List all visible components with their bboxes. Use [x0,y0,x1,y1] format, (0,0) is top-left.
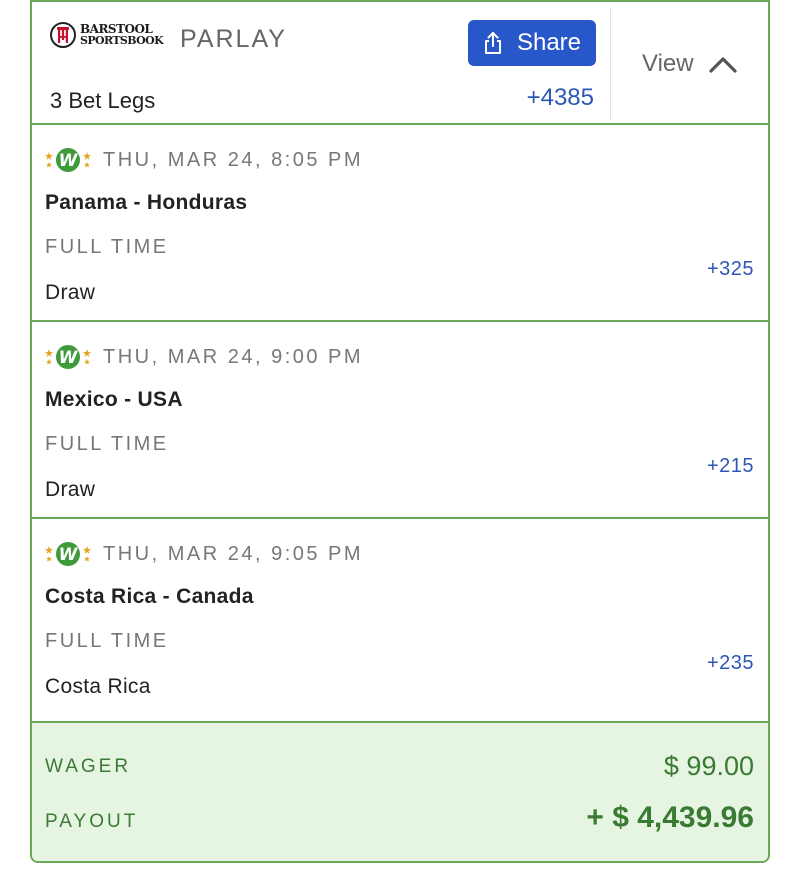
parlay-total-odds: +4385 [526,84,594,111]
leg-date-row: W THU, MAR 24, 9:00 PM [45,343,363,371]
leg-pick: Draw [45,281,96,304]
leg-odds: +215 [706,455,754,477]
leg-pick: Costa Rica [45,675,151,698]
chevron-up-icon [708,57,737,73]
bet-leg[interactable]: W THU, MAR 24, 9:05 PM Costa Rica - Cana… [32,519,768,723]
svg-text:W: W [59,545,79,565]
logo-wordmark: BARSTOOL SPORTSBOOK [80,23,164,47]
leg-match: Costa Rica - Canada [45,585,254,608]
payout-amount: + $ 4,439.96 [586,801,754,834]
payout-label: PAYOUT [45,811,139,832]
bet-card-header: BARSTOOL SPORTSBOOK PARLAY Share 3 Bet L… [32,0,768,125]
leg-pick: Draw [45,478,96,501]
bet-type-label: PARLAY [180,25,287,53]
parlay-bet-card: BARSTOOL SPORTSBOOK PARLAY Share 3 Bet L… [30,0,770,863]
leg-match: Panama - Honduras [45,191,248,214]
leg-market: FULL TIME [45,630,169,652]
share-icon [484,32,501,54]
bet-summary: WAGER $ 99.00 PAYOUT + $ 4,439.96 [32,723,768,861]
leg-date-row: W THU, MAR 24, 8:05 PM [45,146,363,174]
svg-text:W: W [59,348,79,368]
wager-amount: $ 99.00 [663,751,754,781]
svg-text:W: W [59,151,79,171]
barstool-sportsbook-logo: BARSTOOL SPORTSBOOK [50,22,164,48]
leg-odds: +235 [706,652,754,674]
header-left: BARSTOOL SPORTSBOOK PARLAY Share 3 Bet L… [32,0,612,123]
logo-line-2: SPORTSBOOK [80,34,164,47]
bet-legs-count: 3 Bet Legs [50,88,156,113]
view-toggle-button[interactable]: View [642,50,738,78]
leg-market: FULL TIME [45,433,169,455]
world-cup-qualifier-icon: W [45,146,91,174]
leg-datetime: THU, MAR 24, 9:05 PM [103,542,364,565]
wager-label: WAGER [45,756,132,777]
world-cup-qualifier-icon: W [45,343,91,371]
share-button-label: Share [516,29,582,56]
bet-leg[interactable]: W THU, MAR 24, 8:05 PM Panama - Honduras… [32,125,768,322]
leg-date-row: W THU, MAR 24, 9:05 PM [45,540,363,568]
bet-leg[interactable]: W THU, MAR 24, 9:00 PM Mexico - USA FULL… [32,322,768,519]
leg-market: FULL TIME [45,236,169,258]
share-button[interactable]: Share [468,20,596,66]
world-cup-qualifier-icon: W [45,540,91,568]
leg-odds: +325 [706,258,754,280]
view-toggle-label: View [642,50,694,77]
header-divider [610,8,611,121]
barstool-logo-icon [50,22,76,48]
leg-datetime: THU, MAR 24, 9:00 PM [103,345,364,368]
leg-datetime: THU, MAR 24, 8:05 PM [103,148,364,171]
leg-match: Mexico - USA [45,388,183,411]
